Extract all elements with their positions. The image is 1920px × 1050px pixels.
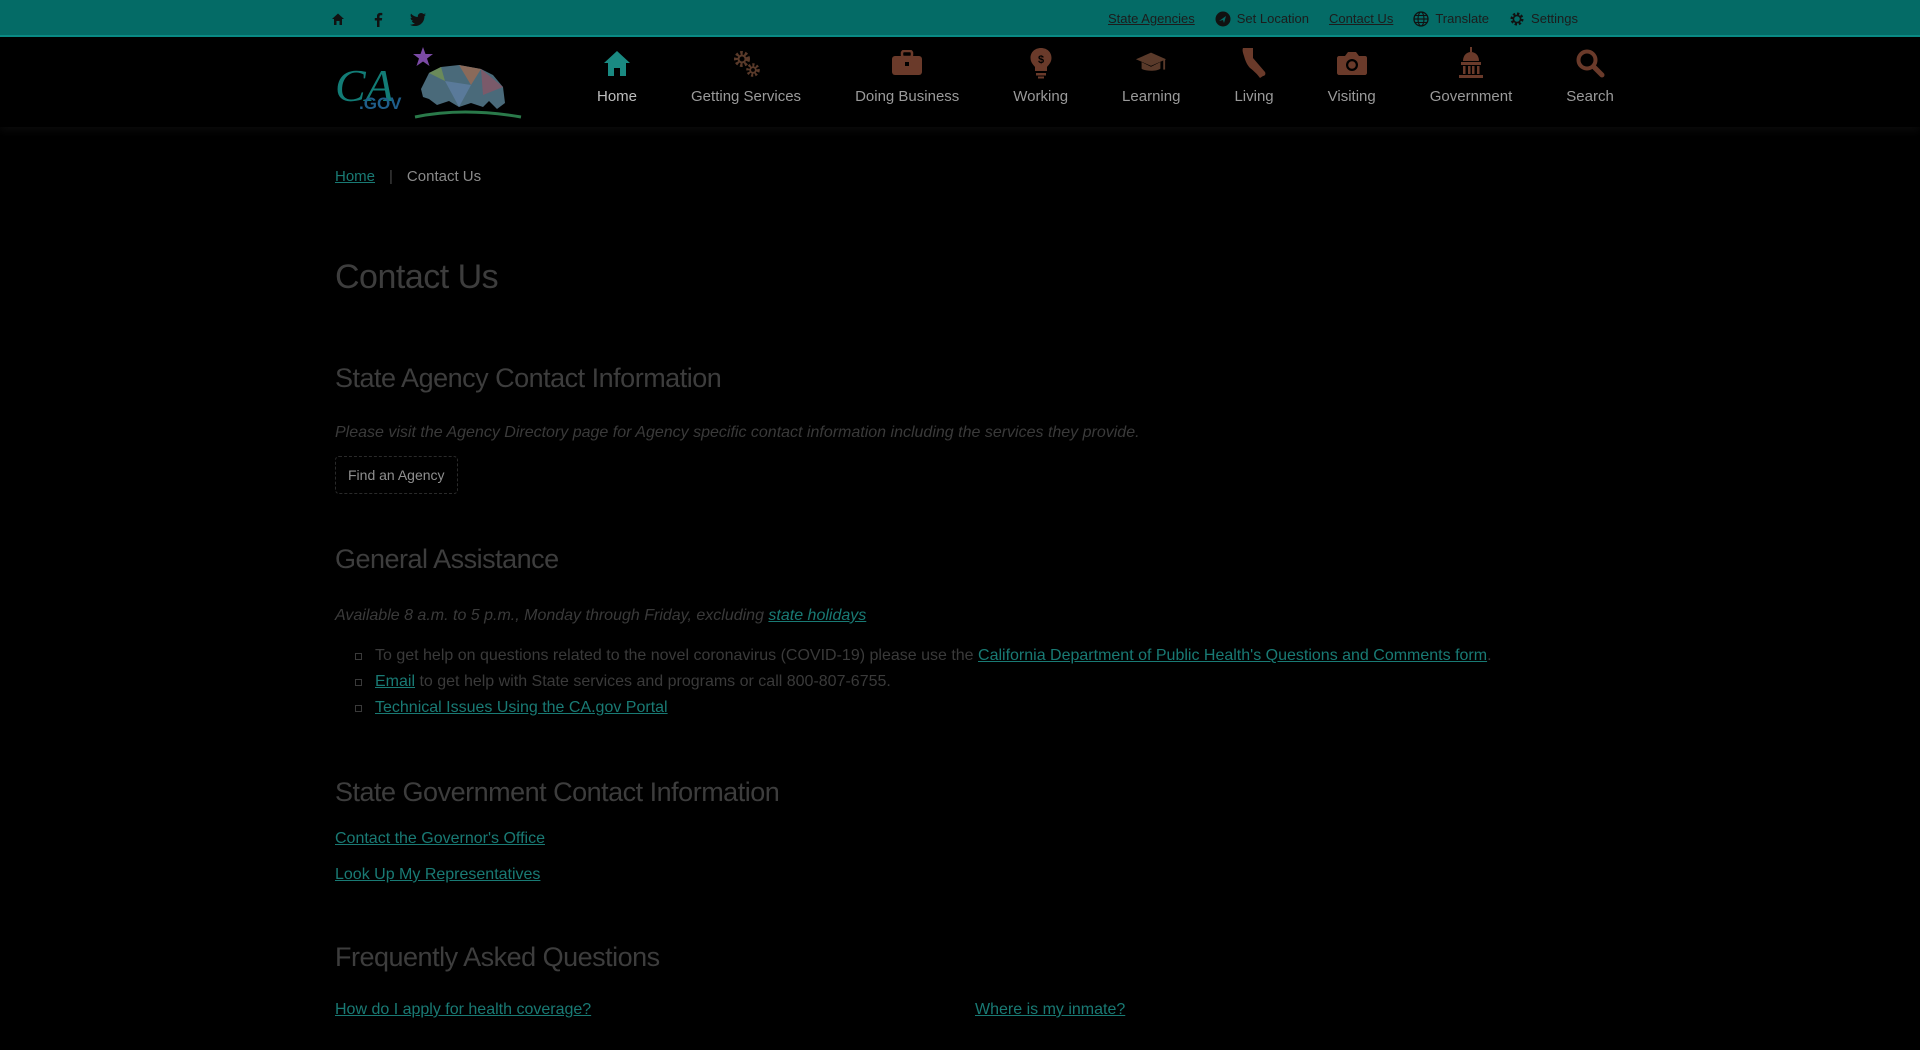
state-agencies-link[interactable]: State Agencies xyxy=(1108,11,1195,26)
bullet-icon xyxy=(355,704,362,712)
agency-heading: State Agency Contact Information xyxy=(335,363,722,393)
camera-icon xyxy=(1336,47,1368,79)
government-heading: State Government Contact Information xyxy=(335,777,780,807)
nav-home[interactable]: Home xyxy=(570,47,664,123)
breadcrumb-home-link[interactable]: Home xyxy=(335,168,375,185)
nav-learning[interactable]: Learning xyxy=(1095,47,1207,123)
breadcrumb: Home | Contact Us xyxy=(335,150,1585,202)
list-item: Technical Issues Using the CA.gov Portal xyxy=(355,695,1585,721)
assistance-list: To get help on questions related to the … xyxy=(335,643,1585,721)
bullet-icon xyxy=(355,652,362,660)
faq-inmate-link[interactable]: Where is my inmate? xyxy=(975,1001,1575,1019)
nav-label: Getting Services xyxy=(691,88,802,105)
ca-gov-logo[interactable]: CA .GOV xyxy=(333,45,523,123)
find-agency-button[interactable]: Find an Agency xyxy=(335,456,458,494)
nav-label: Working xyxy=(1013,88,1069,105)
nav-government[interactable]: Government xyxy=(1403,47,1540,123)
governor-office-link[interactable]: Contact the Governor's Office xyxy=(335,830,1585,848)
cdph-questions-form-link[interactable]: California Department of Public Health's… xyxy=(978,647,1487,664)
bullet-icon xyxy=(355,678,362,686)
list-item: Email to get help with State services an… xyxy=(355,669,1585,695)
nav-getting-services[interactable]: Getting Services xyxy=(664,47,828,123)
location-icon xyxy=(1215,11,1231,26)
agency-section: State Agency Contact Information Please … xyxy=(335,363,1585,494)
utility-links: State Agencies Set Location Contact Us T… xyxy=(1108,0,1598,37)
gears-icon xyxy=(730,47,762,79)
california-icon xyxy=(1238,47,1270,79)
email-link[interactable]: Email xyxy=(375,673,415,690)
twitter-icon[interactable] xyxy=(408,9,428,29)
item-post-text: . xyxy=(1487,647,1492,664)
nav-working[interactable]: $ Working xyxy=(986,47,1095,123)
nav-label: Government xyxy=(1429,88,1513,105)
state-holidays-link[interactable]: state holidays xyxy=(768,607,866,624)
nav-visiting[interactable]: Visiting xyxy=(1301,47,1403,123)
list-item-text: Technical Issues Using the CA.gov Portal xyxy=(375,695,668,721)
capitol-icon xyxy=(1455,47,1487,79)
lightbulb-icon: $ xyxy=(1025,47,1057,79)
representatives-link[interactable]: Look Up My Representatives xyxy=(335,866,1585,884)
utility-header: State Agencies Set Location Contact Us T… xyxy=(0,0,1920,37)
hours-text: Available 8 a.m. to 5 p.m., Monday throu… xyxy=(335,607,769,624)
list-item: To get help on questions related to the … xyxy=(355,643,1585,669)
nav-doing-business[interactable]: Doing Business xyxy=(828,47,986,123)
set-location-link[interactable]: Set Location xyxy=(1215,11,1309,27)
nav-label: Doing Business xyxy=(855,88,960,105)
main-content: Home | Contact Us Contact Us State Agenc… xyxy=(335,150,1585,1019)
svg-text:.GOV: .GOV xyxy=(359,94,402,113)
briefcase-icon xyxy=(891,47,923,79)
faq-heading: Frequently Asked Questions xyxy=(335,942,660,972)
home-icon xyxy=(601,47,633,79)
page-title: Contact Us xyxy=(335,258,499,296)
faq-health-coverage-link[interactable]: How do I apply for health coverage? xyxy=(335,1001,975,1019)
breadcrumb-current: Contact Us xyxy=(406,167,482,185)
set-location-label: Set Location xyxy=(1236,11,1310,26)
settings-link[interactable]: Settings xyxy=(1509,11,1578,27)
globe-icon xyxy=(1413,10,1429,27)
nav-label: Visiting xyxy=(1327,88,1376,105)
gear-icon xyxy=(1510,12,1524,25)
facebook-icon[interactable] xyxy=(368,9,388,29)
nav-search[interactable]: Search xyxy=(1539,47,1641,123)
site-branding: CA .GOV Home Getting Services Doing Busi… xyxy=(0,37,1920,127)
list-item-text: To get help on questions related to the … xyxy=(375,643,1492,669)
graduation-cap-icon xyxy=(1135,47,1167,79)
general-hours: Available 8 a.m. to 5 p.m., Monday throu… xyxy=(335,607,1585,625)
item-pre-text: To get help on questions related to the … xyxy=(375,647,979,664)
contact-us-link[interactable]: Contact Us xyxy=(1329,11,1393,26)
translate-link[interactable]: Translate xyxy=(1413,10,1490,27)
svg-text:$: $ xyxy=(1038,54,1044,66)
agency-description: Please visit the Agency Directory page f… xyxy=(335,424,1140,441)
faq-section: Frequently Asked Questions How do I appl… xyxy=(335,942,1585,1019)
nav-label: Search xyxy=(1566,88,1614,105)
nav-label: Learning xyxy=(1122,88,1181,105)
breadcrumb-separator: | xyxy=(389,167,393,185)
search-icon xyxy=(1574,47,1606,79)
general-heading: General Assistance xyxy=(335,544,559,574)
nav-label: Home xyxy=(597,88,638,105)
state-government-section: State Government Contact Information Con… xyxy=(335,777,1585,884)
item-post-text: to get help with State services and prog… xyxy=(415,673,891,690)
general-assistance-section: General Assistance Available 8 a.m. to 5… xyxy=(335,544,1585,721)
translate-label: Translate xyxy=(1435,11,1490,26)
settings-label: Settings xyxy=(1531,11,1579,26)
home-icon[interactable] xyxy=(328,9,348,29)
technical-issues-link[interactable]: Technical Issues Using the CA.gov Portal xyxy=(375,699,668,716)
faq-links: How do I apply for health coverage? Wher… xyxy=(335,1001,1585,1019)
nav-label: Living xyxy=(1234,88,1274,105)
nav-living[interactable]: Living xyxy=(1207,47,1300,123)
social-links xyxy=(328,9,428,29)
list-item-text: Email to get help with State services an… xyxy=(375,669,891,695)
main-navigation: Home Getting Services Doing Business $ W… xyxy=(570,47,1641,123)
